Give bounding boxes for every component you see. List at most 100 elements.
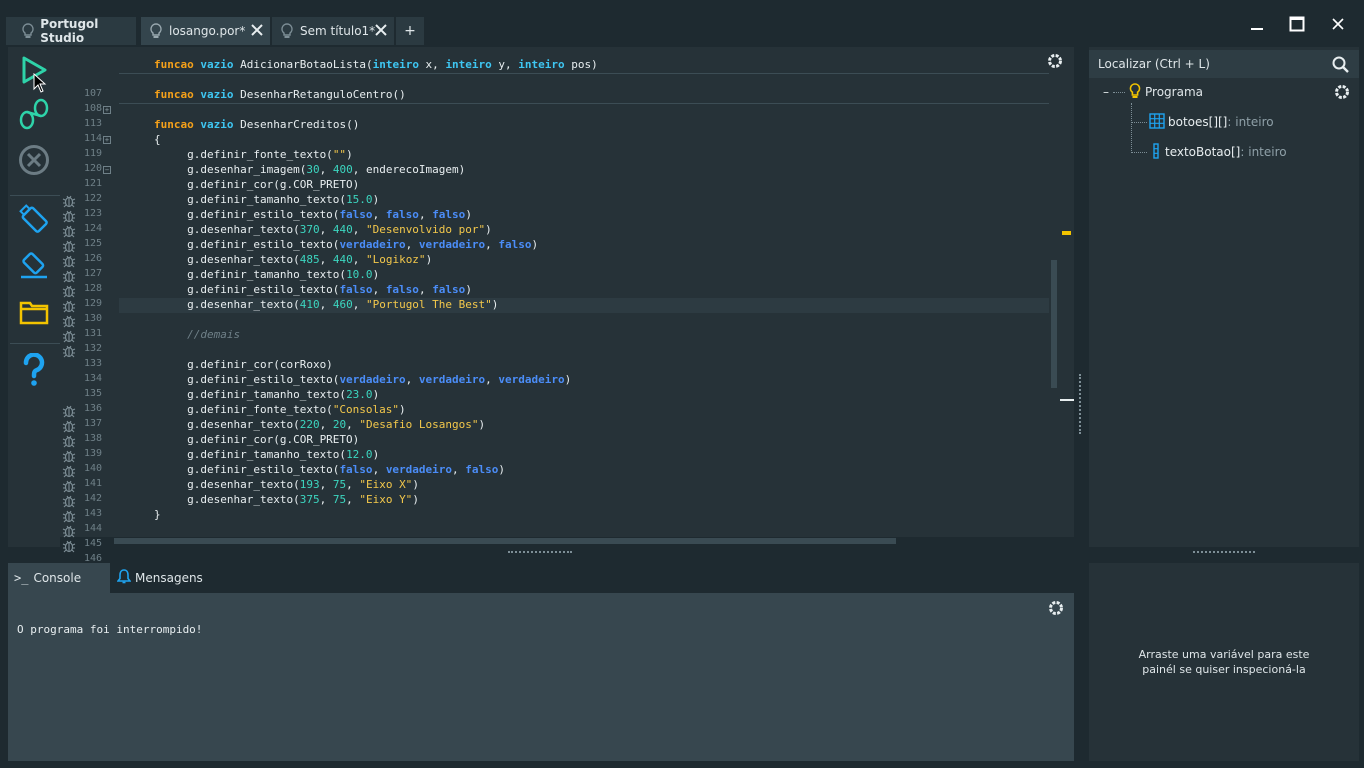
tab-label: Sem título1* [300,24,376,38]
vertical-scrollbar[interactable] [1051,260,1057,388]
breakpoint-bug-icon[interactable] [62,284,76,298]
console-settings-button[interactable] [1047,599,1065,620]
bell-icon [116,569,132,587]
line-number: 107 [83,88,102,99]
tree-root-label: Programa [1145,85,1203,99]
breakpoint-bug-icon[interactable] [62,404,76,418]
code-line: //demais [187,328,241,341]
editor-settings-button[interactable] [1046,52,1064,70]
line-number: 123 [83,208,102,219]
variable-type: : inteiro [1227,115,1274,129]
code-line: g.definir_tamanho_texto(12.0) [154,448,380,461]
lightbulb-icon [1129,82,1141,102]
breakpoint-bug-icon[interactable] [62,464,76,478]
breakpoint-bug-icon[interactable] [62,479,76,493]
fold-toggle-icon[interactable]: − [103,166,111,174]
tab-portugol-studio[interactable]: Portugol Studio [6,17,136,45]
debug-step-button[interactable] [16,97,52,133]
splitter-handle[interactable] [508,551,572,555]
new-tab-button[interactable]: + [396,17,424,45]
breakpoint-bug-icon[interactable] [62,254,76,268]
variable-name: botoes[][] [1168,115,1228,129]
breakpoint-bug-icon[interactable] [62,539,76,553]
code-line: g.definir_cor(g.COR_PRETO) [154,178,360,191]
close-tab-icon[interactable] [250,23,264,37]
code-line: funcao vazio DesenharCreditos() [154,118,360,131]
minimize-button[interactable] [1243,10,1271,38]
code-line: g.desenhar_texto(220, 20, "Desafio Losan… [154,418,486,431]
line-number: 137 [83,418,102,429]
save-button[interactable] [16,202,52,238]
line-number: 131 [83,328,102,339]
save-as-button[interactable] [16,249,52,285]
code-line: g.desenhar_texto(410, 460, "Portugol The… [154,298,499,311]
line-number: 130 [83,313,102,324]
console-output[interactable]: O programa foi interrompido! [8,593,1074,761]
line-number: 133 [83,358,102,369]
breakpoint-bug-icon[interactable] [62,314,76,328]
code-line: g.definir_estilo_texto(falso, falso, fal… [154,283,472,296]
line-number: 138 [83,433,102,444]
breakpoint-bug-icon[interactable] [62,329,76,343]
breakpoint-bug-icon[interactable] [62,239,76,253]
code-line: g.definir_tamanho_texto(23.0) [154,388,380,401]
breakpoint-bug-icon[interactable] [62,449,76,463]
tree-root-programa[interactable]: – Programa [1103,82,1203,102]
tab-mensagens[interactable]: Mensagens [111,563,221,593]
tree-item-textobotao[interactable]: textoBotao[] : inteiro [1149,142,1287,162]
breakpoint-bug-icon[interactable] [62,344,76,358]
tab-losango[interactable]: losango.por* [141,17,270,45]
fold-toggle-icon[interactable]: + [103,106,111,114]
breakpoint-bug-icon[interactable] [62,269,76,283]
usb-drive-save-as-icon [18,250,50,285]
code-line: g.definir_estilo_texto(verdadeiro, verda… [154,373,572,386]
horizontal-scrollbar[interactable] [114,538,896,544]
close-tab-icon[interactable] [374,23,388,37]
help-button[interactable] [16,351,52,389]
line-number: 129 [83,298,102,309]
code-line: g.definir_estilo_texto(falso, verdadeiro… [154,463,506,476]
warning-marker [1062,231,1071,235]
code-line: g.desenhar_texto(370, 440, "Desenvolvido… [154,223,492,236]
lightbulb-icon [278,22,296,40]
collapse-toggle[interactable]: – [1103,85,1113,99]
variable-inspector-panel[interactable]: Arraste uma variável para este painél se… [1089,563,1359,761]
tab-sem-titulo[interactable]: Sem título1* [272,17,394,45]
code-line: g.definir_estilo_texto(verdadeiro, verda… [154,238,539,251]
splitter-handle[interactable] [1193,551,1255,555]
code-line: g.definir_fonte_texto("") [154,148,353,161]
console-message: O programa foi interrompido! [17,623,203,636]
open-file-button[interactable] [16,295,52,331]
breakpoint-bug-icon[interactable] [62,194,76,208]
matrix-icon [1149,112,1165,132]
tab-console[interactable]: >_ Console [8,563,110,593]
code-line: g.definir_fonte_texto("Consolas") [154,403,406,416]
search-input[interactable]: Localizar (Ctrl + L) [1089,50,1359,78]
close-window-button[interactable] [1324,10,1352,38]
code-line: g.desenhar_texto(193, 75, "Eixo X") [154,478,419,491]
search-icon[interactable] [1332,56,1349,76]
mouse-cursor-icon [33,72,47,96]
breakpoint-bug-icon[interactable] [62,224,76,238]
tab-label: Portugol Studio [40,17,99,45]
stop-button[interactable] [16,143,52,179]
code-line: g.definir_tamanho_texto(15.0) [154,193,380,206]
fold-toggle-icon[interactable]: + [103,136,111,144]
code-editor[interactable]: funcao vazio AdicionarBotaoLista(inteiro… [114,47,1074,537]
maximize-button[interactable] [1283,10,1311,38]
breakpoint-bug-icon[interactable] [62,494,76,508]
tool-bar [8,47,60,547]
vector-icon [1153,142,1159,162]
vertical-splitter-handle[interactable] [1079,374,1081,434]
breakpoint-bug-icon[interactable] [62,209,76,223]
tree-item-botoes[interactable]: botoes[][] : inteiro [1149,112,1274,132]
tree-settings-button[interactable] [1333,83,1351,104]
line-number: 141 [83,478,102,489]
breakpoint-bug-icon[interactable] [62,434,76,448]
breakpoint-bug-icon[interactable] [62,419,76,433]
console-tab-bar: >_ Console Mensagens [8,563,1074,593]
breakpoint-bug-icon[interactable] [62,509,76,523]
line-number: 119 [83,148,102,159]
breakpoint-bug-icon[interactable] [62,299,76,313]
breakpoint-bug-icon[interactable] [62,524,76,538]
